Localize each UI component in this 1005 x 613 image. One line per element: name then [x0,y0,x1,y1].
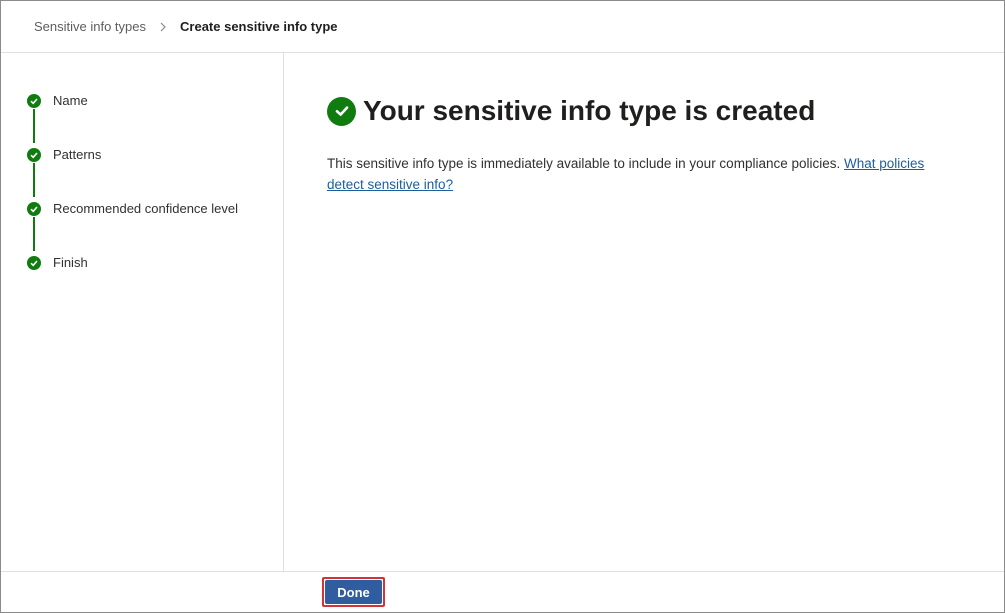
step-finish[interactable]: Finish [27,255,88,270]
step-label: Name [53,93,88,108]
breadcrumb: Sensitive info types Create sensitive in… [1,1,1004,53]
done-button[interactable]: Done [325,580,382,604]
page-title: Your sensitive info type is created [363,95,816,126]
breadcrumb-sensitive-info-types[interactable]: Sensitive info types [34,19,146,34]
step-name[interactable]: Name [27,93,88,108]
confirmation-description: This sensitive info type is immediately … [327,153,927,195]
step-label: Patterns [53,147,102,162]
checkmark-circle-icon [327,96,356,126]
chevron-right-icon [158,20,168,34]
wizard-footer: Done [1,571,1004,612]
confirmation-header: Your sensitive info type is created [327,95,815,127]
checkmark-circle-icon [27,201,41,216]
step-patterns[interactable]: Patterns [27,147,101,162]
step-connector [33,217,35,251]
done-button-highlight: Done [322,577,385,607]
step-connector [33,163,35,197]
description-text: This sensitive info type is immediately … [327,156,841,171]
step-label: Finish [53,255,88,270]
main-content: Your sensitive info type is created This… [285,53,1004,571]
breadcrumb-current-page: Create sensitive info type [180,19,338,34]
wizard-panel: Sensitive info types Create sensitive in… [0,0,1005,613]
checkmark-circle-icon [27,147,41,162]
checkmark-circle-icon [27,255,41,270]
wizard-steps-nav: Name Patterns Recommended confidence lev… [1,53,284,571]
step-label: Recommended confidence level [53,201,238,216]
step-connector [33,109,35,143]
step-recommended-confidence-level[interactable]: Recommended confidence level [27,201,238,216]
checkmark-circle-icon [27,93,41,108]
